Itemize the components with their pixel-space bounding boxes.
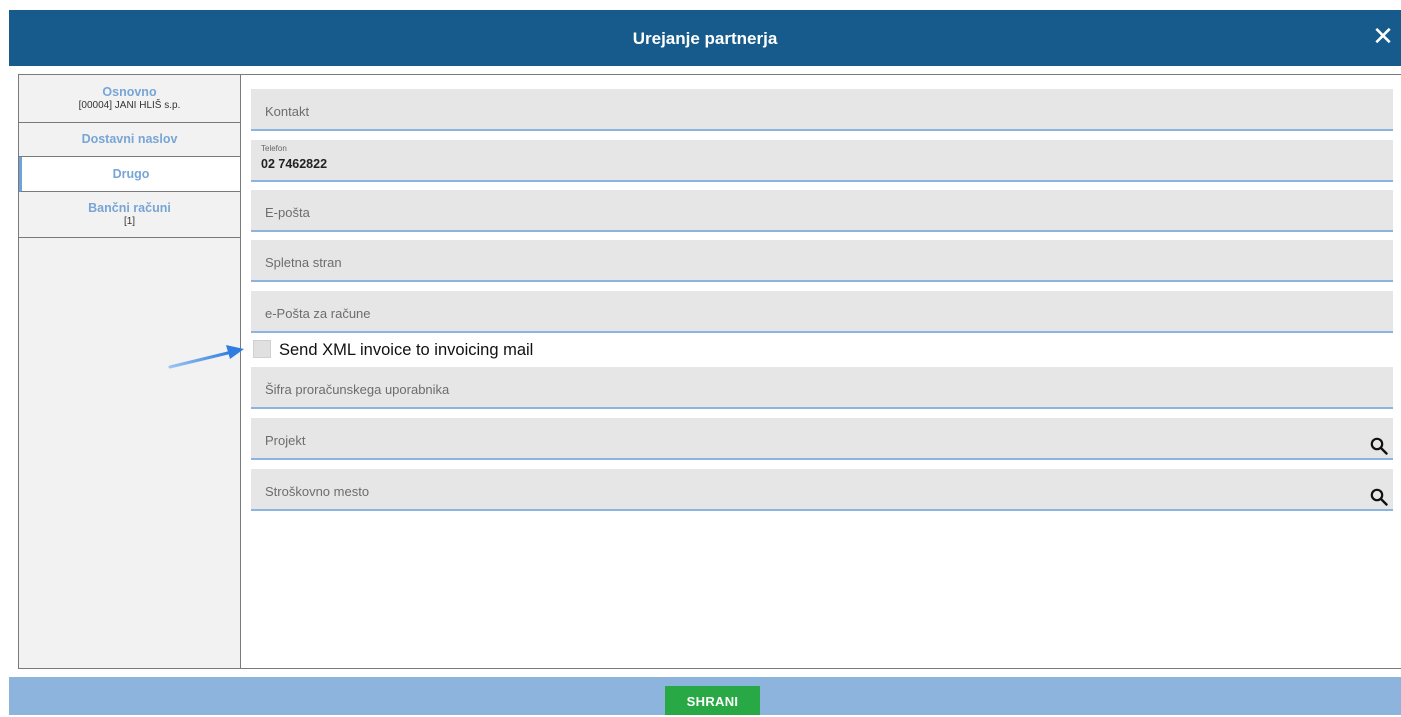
telefon-value: 02 7462822 — [261, 157, 328, 171]
sidebar-item-label: Bančni računi — [88, 201, 171, 215]
website-field[interactable]: Spletna stran — [251, 240, 1393, 282]
close-icon[interactable]: ✕ — [1371, 23, 1395, 49]
email-field[interactable]: E-pošta — [251, 190, 1393, 232]
sidebar-item-sub: [00004] JANI HLIŠ s.p. — [78, 100, 181, 111]
sidebar-item-osnovno[interactable]: Osnovno [00004] JANI HLIŠ s.p. — [19, 75, 240, 123]
sidebar-item-label: Osnovno — [102, 85, 157, 99]
send-xml-checkbox[interactable] — [253, 340, 271, 358]
annotation-arrow-icon — [168, 345, 244, 369]
sidebar-item-dostavni-naslov[interactable]: Dostavni naslov — [19, 123, 240, 157]
sidebar-item-bancni-racuni[interactable]: Bančni računi [1] — [19, 192, 240, 238]
kontakt-placeholder: Kontakt — [265, 104, 310, 119]
dialog-header: Urejanje partnerja ✕ — [9, 10, 1401, 66]
cost-center-field[interactable]: Stroškovno mesto — [251, 469, 1393, 511]
budget-user-code-field[interactable]: Šifra proračunskega uporabnika — [251, 367, 1393, 409]
email-placeholder: E-pošta — [265, 205, 310, 220]
invoice-email-placeholder: e-Pošta za račune — [265, 306, 371, 321]
budget-user-code-placeholder: Šifra proračunskega uporabnika — [265, 382, 450, 397]
dialog-title: Urejanje partnerja — [632, 29, 778, 48]
sidebar-item-label: Drugo — [112, 167, 150, 181]
sidebar-item-sub: [1] — [123, 216, 136, 227]
sidebar-item-label: Dostavni naslov — [81, 132, 178, 146]
sidebar-item-drugo[interactable]: Drugo — [19, 157, 240, 192]
telefon-label: Telefon — [261, 144, 287, 153]
dialog-footer: SHRANI — [9, 677, 1401, 715]
search-icon[interactable] — [1370, 488, 1388, 506]
invoice-email-field[interactable]: e-Pošta za račune — [251, 291, 1393, 333]
send-xml-label[interactable]: Send XML invoice to invoicing mail — [279, 340, 533, 360]
telefon-field[interactable]: Telefon 02 7462822 — [251, 140, 1393, 182]
website-placeholder: Spletna stran — [265, 255, 342, 270]
sidebar: Osnovno [00004] JANI HLIŠ s.p. Dostavni … — [19, 75, 241, 668]
search-icon[interactable] — [1370, 437, 1388, 455]
project-field[interactable]: Projekt — [251, 418, 1393, 460]
cost-center-placeholder: Stroškovno mesto — [265, 484, 370, 499]
kontakt-field[interactable]: Kontakt — [251, 89, 1393, 131]
save-button[interactable]: SHRANI — [665, 686, 760, 715]
project-placeholder: Projekt — [265, 433, 306, 448]
send-xml-row: Send XML invoice to invoicing mail — [251, 340, 851, 362]
